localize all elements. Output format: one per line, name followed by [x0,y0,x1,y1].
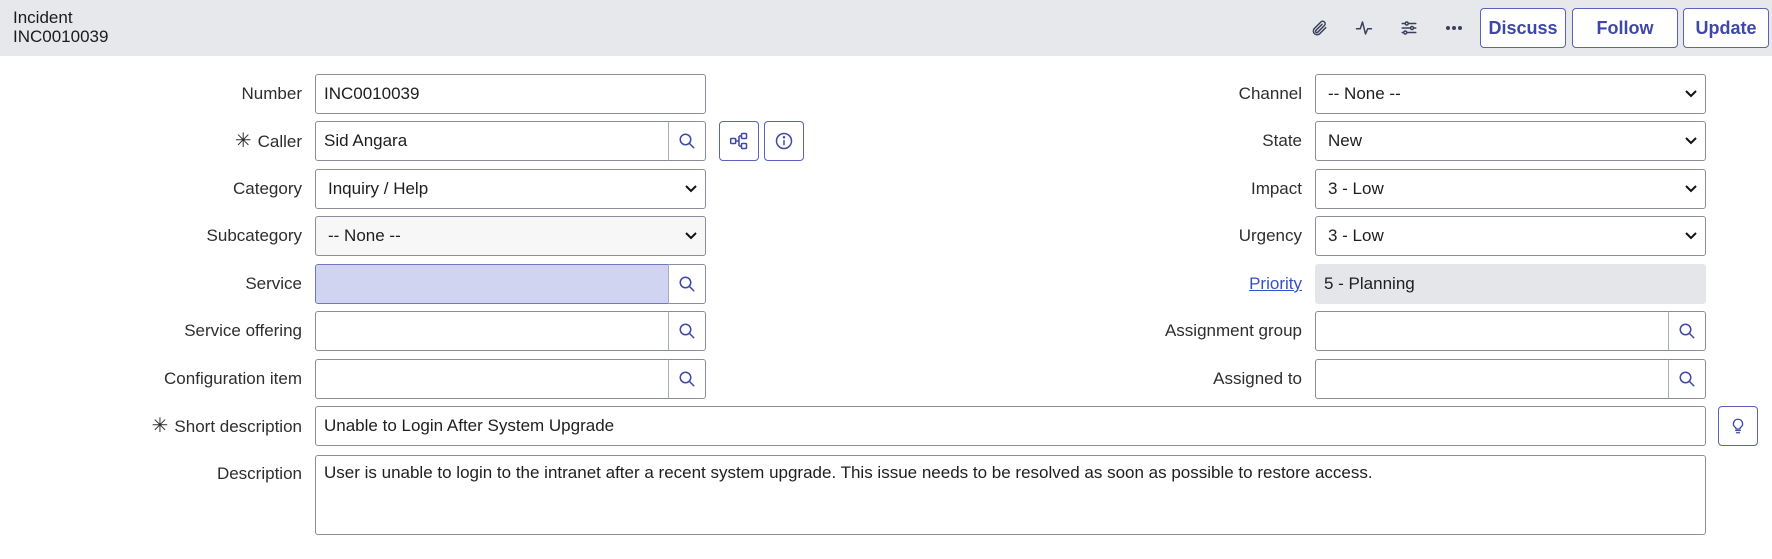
update-button[interactable]: Update [1683,8,1769,48]
assignment-group-lookup-button[interactable] [1668,311,1706,351]
category-label: Category [233,179,302,198]
chevron-down-icon [685,170,697,208]
follow-button[interactable]: Follow [1572,8,1678,48]
paperclip-icon[interactable] [1303,12,1335,44]
number-label: Number [241,84,302,103]
impact-select[interactable]: 3 - Low [1315,169,1706,209]
priority-link[interactable]: Priority [1249,274,1302,293]
short-description-label: ✳ Short description [151,415,302,437]
impact-label: Impact [1250,179,1302,198]
search-icon [679,276,695,292]
configuration-item-label: Configuration item [164,369,302,388]
assigned-to-label: Assigned to [1213,369,1302,388]
chevron-down-icon [1685,170,1697,208]
caller-info-button[interactable] [764,121,804,161]
configuration-item-lookup-button[interactable] [668,359,706,399]
search-icon [1679,371,1695,387]
number-field[interactable]: INC0010039 [315,74,706,114]
chevron-down-icon [1685,217,1697,255]
chevron-down-icon [1685,122,1697,160]
assignment-group-field[interactable] [1315,311,1669,351]
configuration-item-field[interactable] [315,359,669,399]
record-type: Incident [13,8,73,27]
service-offering-field[interactable] [315,311,669,351]
subcategory-label: Subcategory [206,226,302,245]
caller-lookup-button[interactable] [668,121,706,161]
service-lookup-button[interactable] [668,264,706,304]
search-icon [679,323,695,339]
discuss-button[interactable]: Discuss [1480,8,1566,48]
service-label: Service [245,274,302,293]
state-label: State [1262,131,1302,150]
urgency-select[interactable]: 3 - Low [1315,216,1706,256]
chevron-down-icon [1685,75,1697,113]
channel-label: Channel [1238,84,1302,103]
lightbulb-icon [1732,418,1744,434]
category-select[interactable]: Inquiry / Help [315,169,706,209]
caller-field[interactable]: Sid Angara [315,121,669,161]
caller-label: ✳ Caller [234,130,302,152]
service-offering-label: Service offering [184,321,302,340]
chevron-down-icon [685,217,697,255]
search-icon [679,133,695,149]
state-select[interactable]: New [1315,121,1706,161]
service-field[interactable] [315,264,669,304]
short-description-field[interactable]: Unable to Login After System Upgrade [315,406,1706,446]
info-icon [775,132,793,150]
description-textarea[interactable]: User is unable to login to the intranet … [315,455,1706,535]
sliders-icon[interactable] [1393,12,1425,44]
subcategory-select[interactable]: -- None -- [315,216,706,256]
assigned-to-field[interactable] [1315,359,1669,399]
caller-hierarchy-button[interactable] [719,121,759,161]
priority-field: 5 - Planning [1315,264,1706,304]
required-asterisk-icon: ✳ [234,130,252,152]
hierarchy-icon [729,132,748,150]
activity-pulse-icon[interactable] [1348,12,1380,44]
more-icon[interactable] [1438,12,1470,44]
assigned-to-lookup-button[interactable] [1668,359,1706,399]
priority-label[interactable]: Priority [1249,264,1302,304]
assignment-group-label: Assignment group [1164,321,1302,340]
required-asterisk-icon: ✳ [151,415,169,437]
urgency-label: Urgency [1238,226,1302,245]
suggestion-button[interactable] [1718,406,1758,446]
channel-select[interactable]: -- None -- [1315,74,1706,114]
service-offering-lookup-button[interactable] [668,311,706,351]
search-icon [679,371,695,387]
form-header: Incident INC0010039 Discuss Follow Updat… [0,0,1772,56]
search-icon [1679,323,1695,339]
record-number: INC0010039 [13,27,109,46]
description-label: Description [216,464,302,483]
